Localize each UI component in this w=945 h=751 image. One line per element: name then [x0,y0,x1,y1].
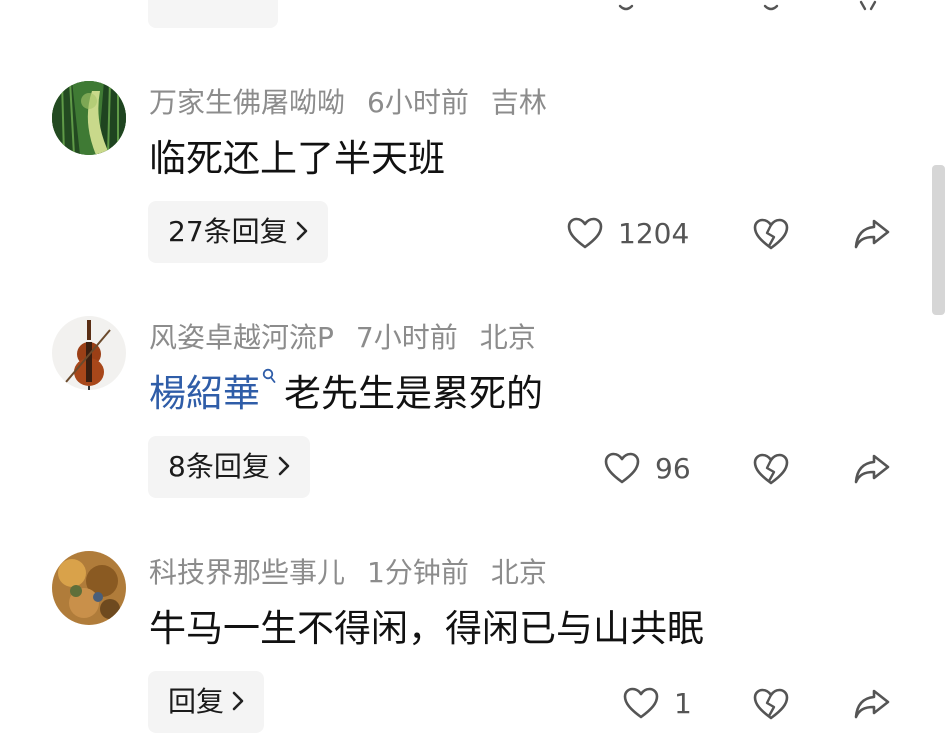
like-button[interactable]: 1 [622,683,692,723]
comment-item: 风姿卓越河流P 7小时前 北京 楊紹華 老先生是累死的 8条回复 96 [0,316,945,516]
broken-heart-icon[interactable] [752,213,790,253]
share-arrow-icon[interactable] [852,213,892,253]
chevron-right-icon [278,456,290,476]
comment-text-body: 老先生是累死的 [284,372,543,415]
textured-food-avatar-icon [52,551,126,625]
share-arrow-icon[interactable] [852,683,892,723]
like-button[interactable]: 96 [603,448,691,488]
comment-item: 万家生佛屠呦呦 6小时前 吉林 临死还上了半天班 27条回复 1204 [0,81,945,281]
view-replies-button[interactable]: 27条回复 [148,201,328,263]
scrollbar[interactable] [932,165,945,315]
bamboo-path-avatar-icon [52,81,126,155]
author-name[interactable]: 风姿卓越河流P [149,321,334,354]
broken-heart-icon[interactable] [752,448,790,488]
like-count: 96 [655,451,691,485]
heart-outline-icon [604,452,640,484]
chevron-right-icon [232,691,244,711]
mention-link[interactable]: 楊紹華 [149,372,260,415]
avatar[interactable] [52,551,126,625]
like-count: 1 [674,686,692,720]
comment-text: 楊紹華 老先生是累死的 [149,368,543,420]
search-icon [262,368,276,383]
chevron-right-icon [296,221,307,241]
previous-reply-chip[interactable] [148,0,278,28]
comment-meta: 万家生佛屠呦呦 6小时前 吉林 [149,83,569,123]
heart-icon[interactable] [613,0,639,14]
comment-text: 牛马一生不得闲，得闲已与山共眠 [149,607,704,650]
avatar[interactable] [52,81,126,155]
reply-button[interactable]: 回复 [148,671,265,733]
author-name[interactable]: 万家生佛屠呦呦 [149,86,345,119]
comment-meta: 科技界那些事儿 1分钟前 北京 [149,553,569,593]
view-replies-button[interactable]: 8条回复 [148,436,310,498]
location: 北京 [479,321,536,354]
timestamp: 7小时前 [355,321,458,354]
like-count: 1204 [618,216,690,250]
broken-heart-icon[interactable] [758,0,784,14]
reply-count-label: 27条回复 [168,215,288,248]
heart-outline-icon [567,217,603,249]
timestamp: 1分钟前 [367,556,469,589]
share-arrow-icon[interactable] [852,448,892,488]
reply-count-label: 8条回复 [168,450,270,483]
reply-label: 回复 [168,685,225,718]
location: 吉林 [490,86,547,119]
author-name[interactable]: 科技界那些事儿 [149,556,345,589]
comment-item: 科技界那些事儿 1分钟前 北京 牛马一生不得闲，得闲已与山共眠 回复 1 [0,551,945,751]
broken-heart-icon[interactable] [752,683,790,723]
avatar[interactable] [52,316,126,390]
comment-meta: 风姿卓越河流P 7小时前 北京 [149,318,558,358]
share-icon[interactable] [855,0,881,14]
heart-outline-icon [623,687,659,719]
timestamp: 6小时前 [367,86,469,119]
comment-text: 临死还上了半天班 [149,137,445,180]
like-button[interactable]: 1204 [566,213,689,253]
location: 北京 [490,556,547,589]
cello-avatar-icon [52,316,126,390]
